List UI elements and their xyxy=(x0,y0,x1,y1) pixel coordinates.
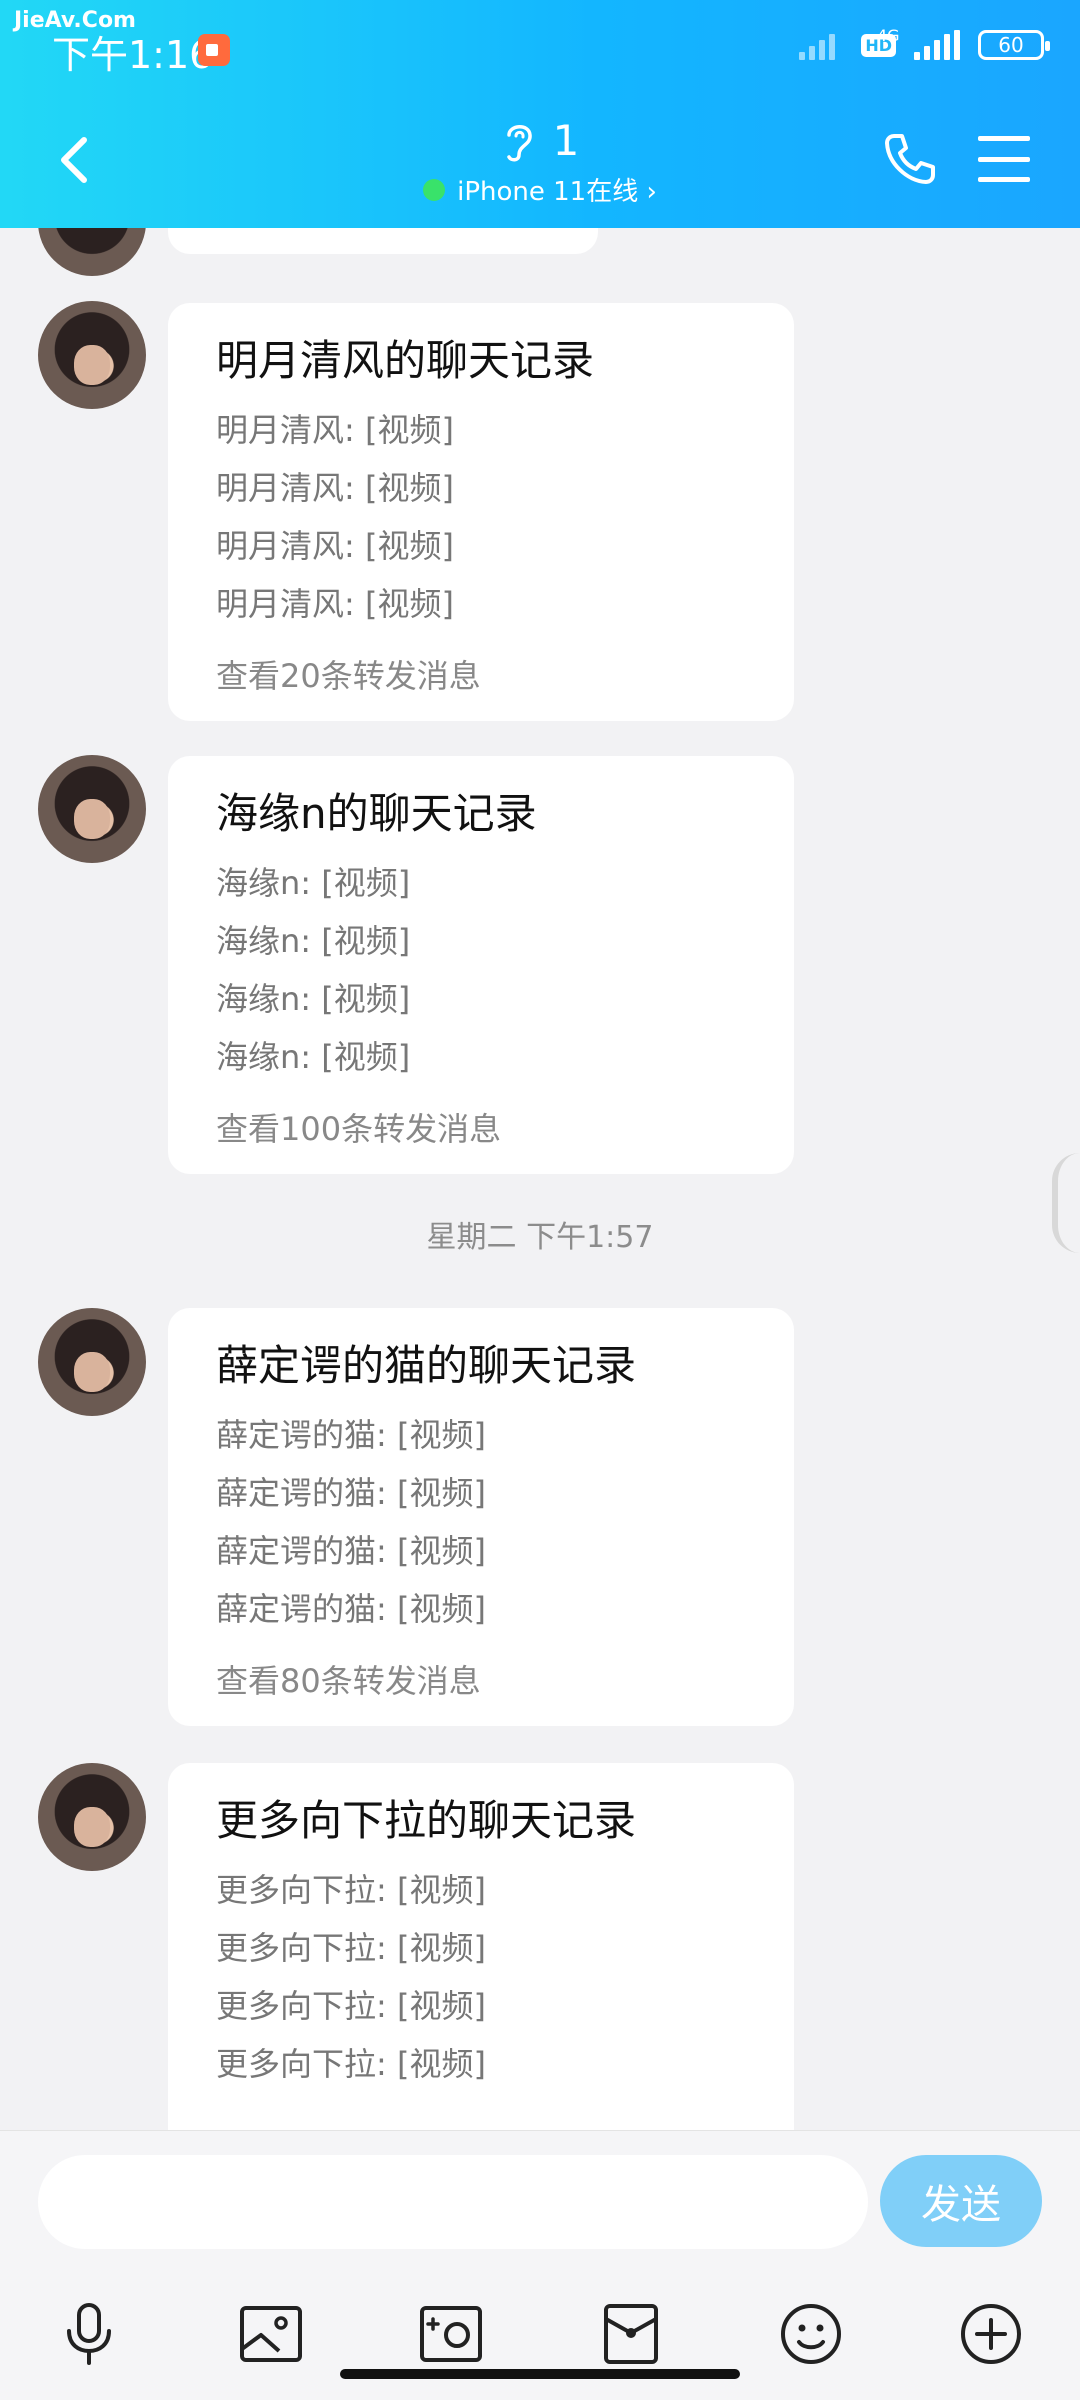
signal-strength-icon xyxy=(914,30,960,60)
card-line: 海缘n: [视频] xyxy=(216,980,411,1018)
network-type: 4G xyxy=(877,26,900,45)
card-line: 海缘n: [视频] xyxy=(216,864,411,902)
battery-icon: 60 xyxy=(978,30,1050,60)
phone-icon xyxy=(885,134,935,184)
card-title: 薛定谔的猫的聊天记录 xyxy=(216,1341,637,1390)
card-line: 明月清风: [视频] xyxy=(216,469,454,507)
forwarded-chat-card[interactable]: 更多向下拉的聊天记录 更多向下拉: [视频] 更多向下拉: [视频] 更多向下拉… xyxy=(168,1763,794,2130)
chat-title-number: 1 xyxy=(552,116,580,165)
battery-level: 60 xyxy=(998,33,1024,57)
signal-x-icon xyxy=(799,30,843,60)
card-line: 明月清风: [视频] xyxy=(216,585,454,623)
card-footer: 查看20条转发消息 xyxy=(216,657,481,695)
card-footer: 查看100条转发消息 xyxy=(216,1110,502,1148)
card-line: 更多向下拉: [视频] xyxy=(216,1871,486,1909)
card-line: 海缘n: [视频] xyxy=(216,922,411,960)
card-line: 薛定谔的猫: [视频] xyxy=(216,1532,486,1570)
status-indicators: HD 60 xyxy=(799,30,1050,60)
menu-button[interactable] xyxy=(978,136,1030,182)
avatar[interactable] xyxy=(38,1763,146,1871)
message-input[interactable] xyxy=(38,2155,868,2249)
home-indicator[interactable] xyxy=(340,2369,740,2379)
card-title: 海缘n的聊天记录 xyxy=(216,789,537,838)
voice-button[interactable] xyxy=(54,2299,124,2369)
camera-button[interactable] xyxy=(416,2299,486,2369)
chat-header: JieAv.Com 下午1:16 HD 60 4G 1 iPhone 11在线 … xyxy=(0,0,1080,228)
red-packet-icon xyxy=(604,2304,658,2364)
card-title: 明月清风的聊天记录 xyxy=(216,336,595,385)
status-time: 下午1:16 xyxy=(52,33,214,77)
card-line: 薛定谔的猫: [视频] xyxy=(216,1590,486,1628)
avatar[interactable] xyxy=(38,301,146,409)
avatar[interactable] xyxy=(38,228,146,276)
screen-record-icon xyxy=(198,34,230,66)
call-button[interactable] xyxy=(880,128,940,188)
input-bar: 发送 xyxy=(0,2130,1080,2400)
message-list[interactable]: 明月清风的聊天记录 明月清风: [视频] 明月清风: [视频] 明月清风: [视… xyxy=(0,228,1080,2130)
card-line: 明月清风: [视频] xyxy=(216,411,454,449)
emoji-icon xyxy=(781,2304,841,2364)
avatar[interactable] xyxy=(38,1308,146,1416)
message-card[interactable] xyxy=(168,228,598,254)
ear-icon xyxy=(506,124,532,161)
red-packet-button[interactable] xyxy=(596,2299,666,2369)
card-line: 更多向下拉: [视频] xyxy=(216,1929,486,1967)
card-line: 薛定谔的猫: [视频] xyxy=(216,1474,486,1512)
forwarded-chat-card[interactable]: 明月清风的聊天记录 明月清风: [视频] 明月清风: [视频] 明月清风: [视… xyxy=(168,303,794,721)
input-toolbar xyxy=(0,2299,1080,2373)
forwarded-chat-card[interactable]: 薛定谔的猫的聊天记录 薛定谔的猫: [视频] 薛定谔的猫: [视频] 薛定谔的猫… xyxy=(168,1308,794,1726)
send-button[interactable]: 发送 xyxy=(880,2155,1042,2247)
more-button[interactable] xyxy=(956,2299,1026,2369)
image-icon xyxy=(240,2306,302,2362)
message-timestamp: 星期二 下午1:57 xyxy=(426,1220,654,1255)
menu-icon xyxy=(978,136,1030,141)
forwarded-chat-card[interactable]: 海缘n的聊天记录 海缘n: [视频] 海缘n: [视频] 海缘n: [视频] 海… xyxy=(168,756,794,1174)
card-line: 更多向下拉: [视频] xyxy=(216,1987,486,2025)
device-status: iPhone 11在线 › xyxy=(457,177,657,207)
plus-icon xyxy=(961,2304,1021,2364)
card-line: 薛定谔的猫: [视频] xyxy=(216,1416,486,1454)
online-status-dot xyxy=(423,178,446,201)
card-line: 明月清风: [视频] xyxy=(216,527,454,565)
avatar[interactable] xyxy=(38,755,146,863)
emoji-button[interactable] xyxy=(776,2299,846,2369)
card-footer: 查看80条转发消息 xyxy=(216,1662,481,1700)
side-drag-handle[interactable] xyxy=(1052,1153,1080,1253)
camera-icon xyxy=(420,2306,482,2362)
microphone-icon xyxy=(67,2303,111,2365)
card-title: 更多向下拉的聊天记录 xyxy=(216,1796,637,1845)
image-button[interactable] xyxy=(236,2299,306,2369)
card-line: 更多向下拉: [视频] xyxy=(216,2045,486,2083)
card-line: 海缘n: [视频] xyxy=(216,1038,411,1076)
